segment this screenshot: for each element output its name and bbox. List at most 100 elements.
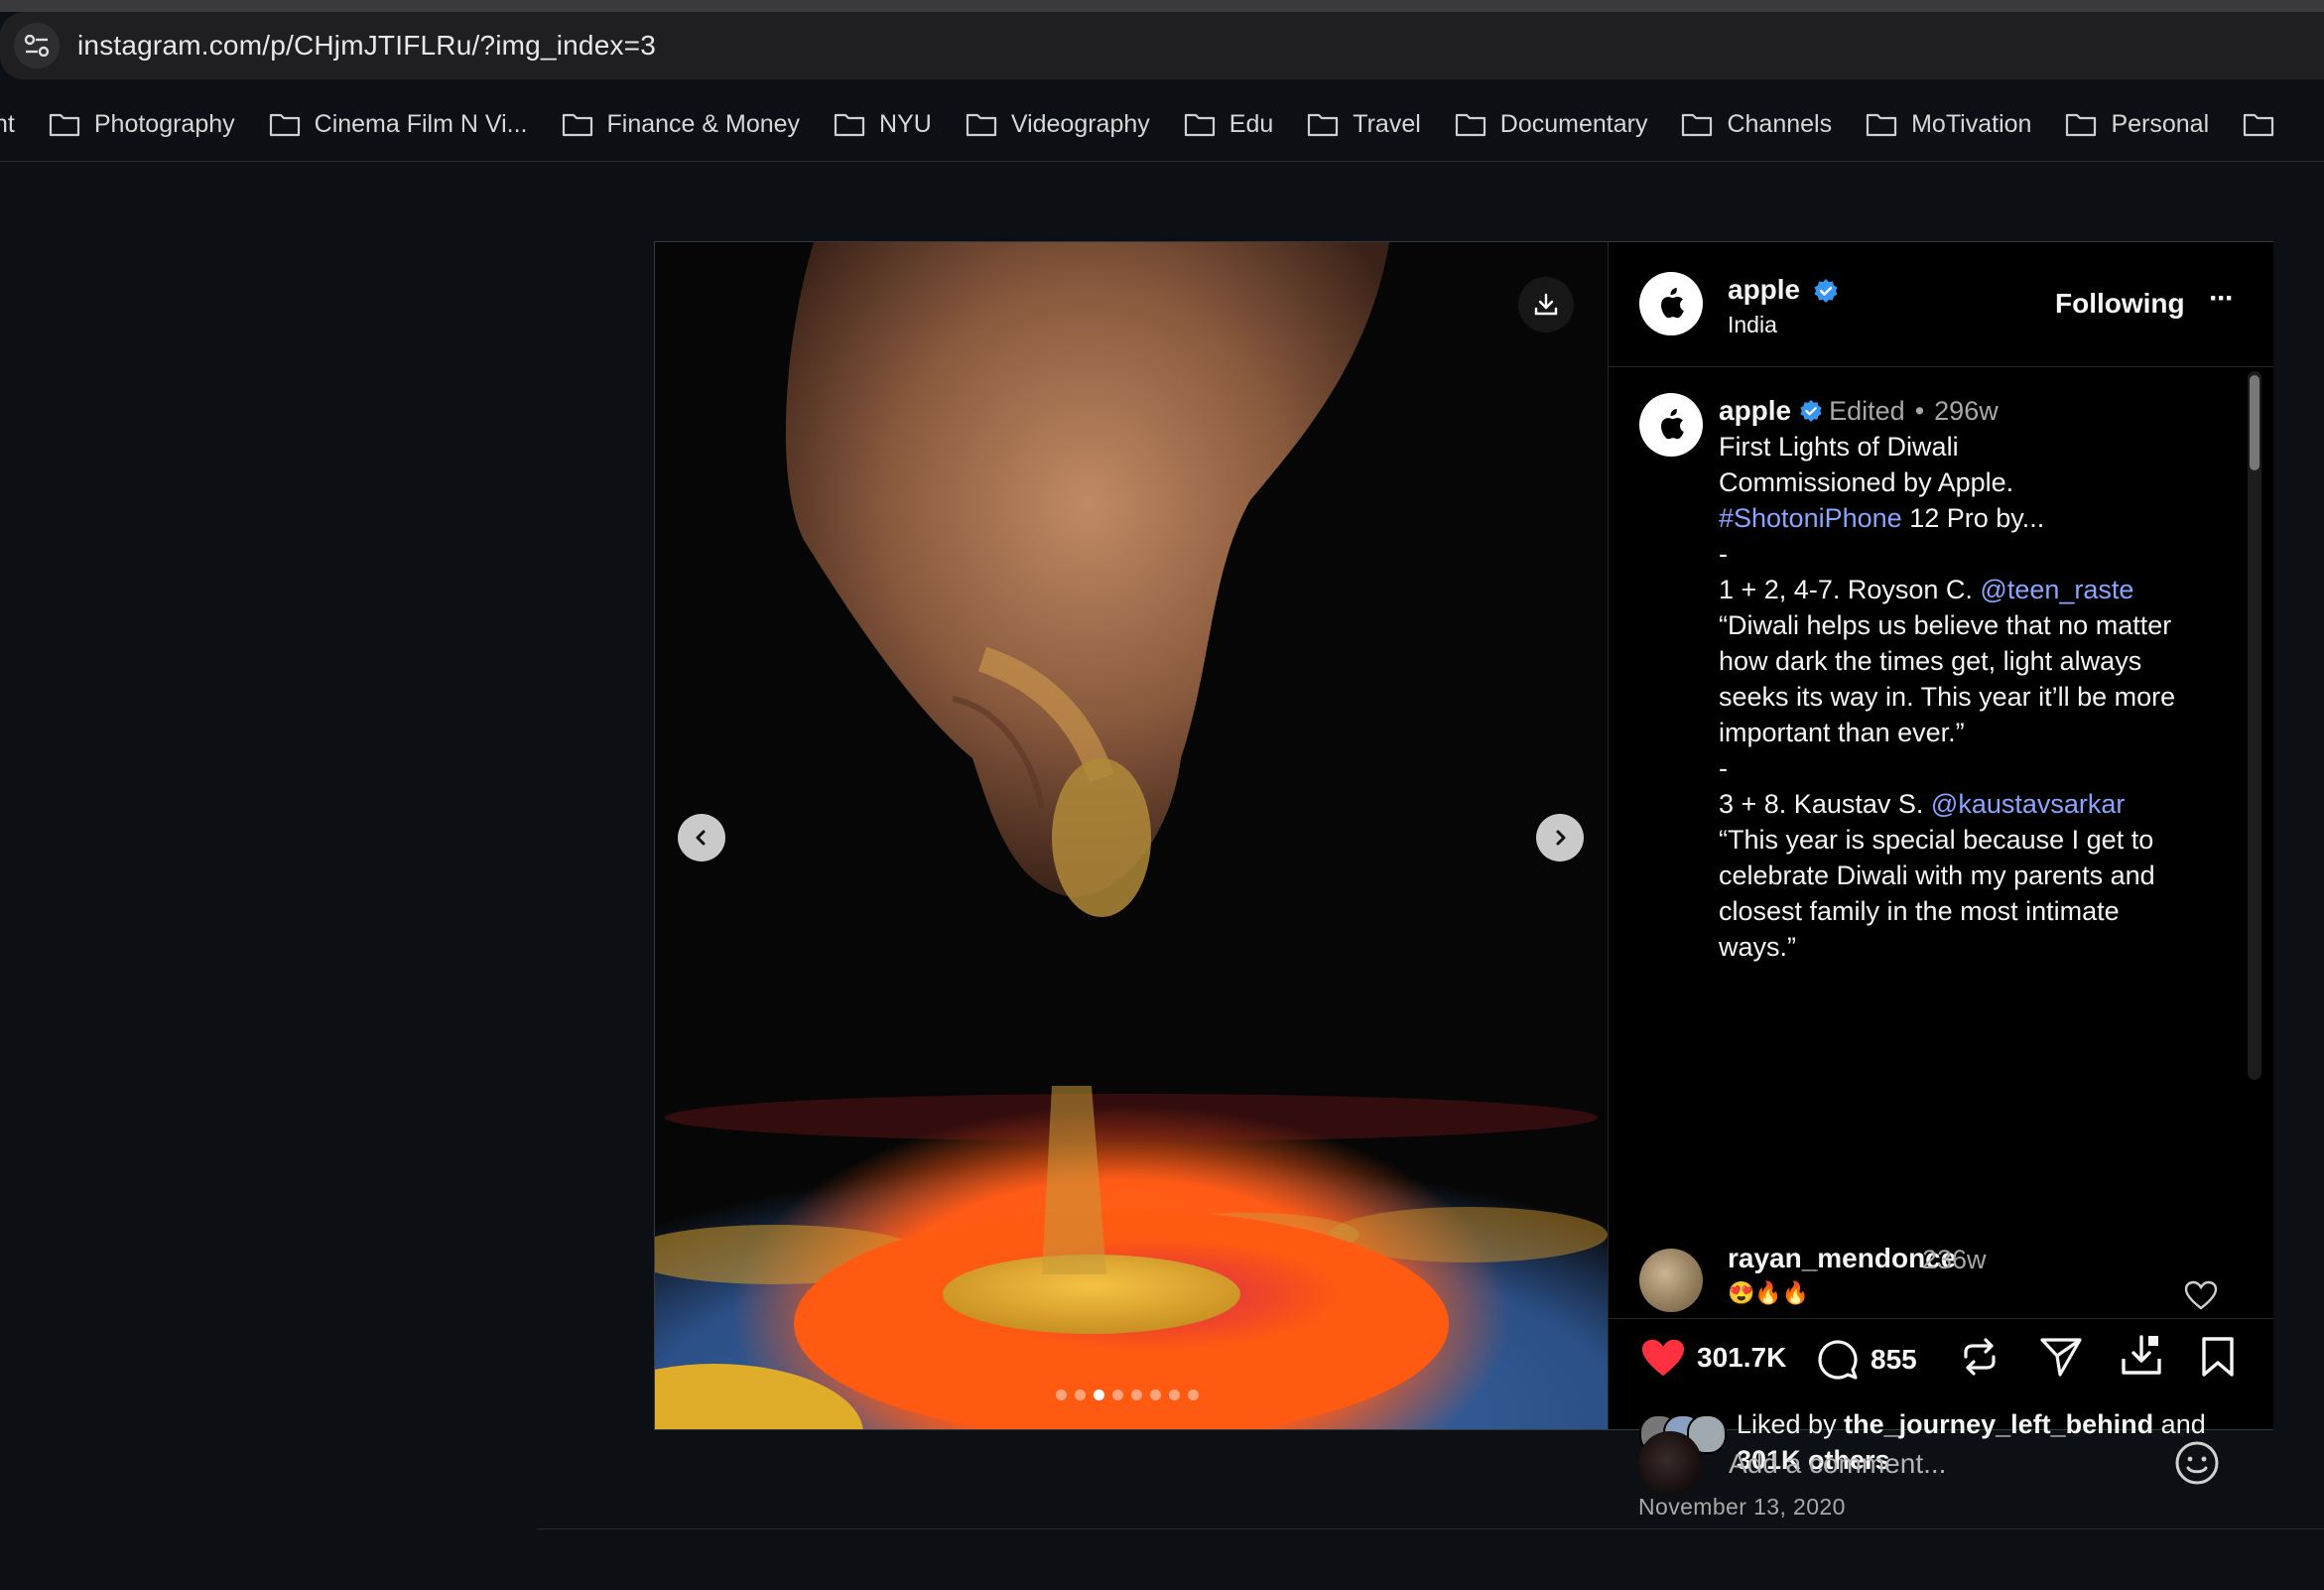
scrollbar-thumb[interactable] (2250, 375, 2259, 470)
tune-icon (24, 35, 50, 57)
caption-line: 1 + 2, 4-7. Royson C. @teen_raste (1719, 572, 2235, 607)
bookmark-label: MoTivation (1911, 109, 2032, 138)
comment-timestamp[interactable]: 236w (1922, 1245, 1987, 1275)
bookmark-folder[interactable]: Videography (966, 110, 1150, 139)
separator-dot: • (1914, 396, 1925, 426)
caption-line: closest family in the most intimate (1719, 896, 2120, 926)
folder-icon (1184, 113, 1215, 137)
mention-link[interactable]: @kaustavsarkar (1931, 789, 2125, 819)
comment-text: 😍🔥🔥 (1728, 1280, 1810, 1305)
folder-icon (2244, 113, 2274, 137)
commenter-avatar[interactable] (1639, 1249, 1703, 1312)
current-user-avatar (1638, 1431, 1702, 1495)
post-image (655, 242, 1608, 1429)
verified-badge-icon (1800, 399, 1822, 423)
post-side-panel: apple India Following ··· apple Edited •… (1608, 242, 2273, 1475)
carousel-dot (1188, 1390, 1199, 1400)
bookmark-label: nt (0, 109, 15, 138)
bookmark-label: Photography (93, 109, 235, 138)
post-modal: apple India Following ··· apple Edited •… (654, 241, 2273, 1520)
bookmark-folder[interactable]: Finance & Money (562, 109, 801, 139)
caption-text: 1 + 2, 4-7. Royson C. (1719, 575, 1973, 604)
previous-image-button[interactable] (678, 814, 725, 861)
url-text[interactable]: instagram.com/p/CHjmJTIFLRu/?img_index=3 (77, 30, 656, 62)
add-comment-bar (1608, 1328, 2272, 1495)
bookmarks-bar: nt Photography Cinema Film N Vi... Finance … (0, 95, 2324, 153)
folder-icon (1455, 113, 1485, 137)
bookmark-folder[interactable]: MoTivation (1866, 110, 2031, 139)
folder-icon (966, 113, 996, 137)
folder-icon (562, 113, 592, 137)
post-header: apple India Following ··· (1609, 242, 2273, 367)
folder-icon (1682, 113, 1713, 137)
folder-icon (269, 113, 300, 137)
caption-author-avatar[interactable] (1639, 393, 1703, 457)
caption-line: #ShotoniPhone 12 Pro by... (1719, 500, 2235, 536)
caption-line: seeks its way in. This year it’ll be mor… (1719, 682, 2176, 712)
carousel-dot (1131, 1390, 1142, 1400)
verified-badge-icon (1814, 279, 1838, 303)
caption-line: First Lights of Diwali (1719, 432, 1959, 462)
comment-input[interactable] (1727, 1435, 2167, 1493)
bookmark-label: Channels (1727, 109, 1833, 138)
caption-username[interactable]: apple (1719, 393, 1791, 429)
bookmark-folder[interactable]: Cinema Film N Vi... (269, 110, 528, 139)
comments-scrollbar[interactable] (2248, 371, 2261, 1080)
bookmark-label: NYU (879, 109, 932, 138)
caption-line: “This year is special because I get to (1719, 825, 2154, 855)
bookmark-folder[interactable]: Personal (2065, 110, 2209, 139)
caption-text: 12 Pro by... (1909, 503, 2045, 533)
chevron-right-icon (1556, 830, 1566, 846)
bookmark-folder[interactable]: Travel (1307, 110, 1421, 139)
rangoli-artwork (655, 242, 1608, 1429)
caption-timestamp[interactable]: 296w (1934, 393, 1999, 429)
bookmark-label: Cinema Film N Vi... (314, 109, 528, 138)
bookmark-folder[interactable]: NYU (834, 110, 932, 139)
bookmark-folder[interactable]: nt (0, 110, 15, 139)
download-icon (1534, 293, 1558, 316)
post-location[interactable]: India (1728, 312, 1777, 338)
site-info-button[interactable] (14, 23, 60, 68)
bookmark-label: Finance & Money (606, 109, 801, 138)
address-bar[interactable]: instagram.com/p/CHjmJTIFLRu/?img_index=3 (0, 12, 2324, 79)
emoji-picker-icon[interactable] (2173, 1439, 2221, 1487)
caption-line: ways.” (1719, 932, 1797, 962)
carousel-dot (1075, 1390, 1086, 1400)
bookmark-folder[interactable]: Documentary (1455, 109, 1648, 139)
next-image-button[interactable] (1536, 814, 1584, 861)
mention-link[interactable]: @teen_raste (1980, 575, 2133, 604)
caption-line: - (1719, 753, 1728, 783)
caption-line: Commissioned by Apple. (1719, 467, 2014, 497)
comment-like-heart-icon[interactable] (2184, 1280, 2218, 1310)
apple-logo-icon (1661, 288, 1684, 319)
apple-logo-icon (1661, 409, 1684, 440)
more-options-button[interactable]: ··· (2209, 282, 2235, 316)
post-caption: apple Edited • 296w First Lights of Diwa… (1719, 393, 2235, 965)
page-divider (0, 161, 2324, 162)
bookmark-label: Documentary (1499, 109, 1648, 138)
folder-icon (1308, 113, 1339, 137)
download-image-button[interactable] (1518, 277, 1574, 332)
page-bottom-divider (537, 1528, 2324, 1529)
chevron-left-icon (696, 830, 706, 846)
carousel-dot (1169, 1390, 1180, 1400)
bookmark-label: Travel (1353, 109, 1421, 138)
folder-icon (834, 113, 865, 137)
bookmark-folder[interactable]: Photography (49, 110, 235, 139)
bookmark-folder[interactable]: Edu (1184, 110, 1273, 139)
carousel-dot (1112, 1390, 1123, 1400)
caption-line: 3 + 8. Kaustav S. @kaustavsarkar (1719, 786, 2235, 822)
author-avatar[interactable] (1639, 272, 1703, 335)
comment-item: rayan_mendonce 236w 😍🔥🔥 (1609, 1231, 2244, 1312)
following-button[interactable]: Following (2055, 288, 2185, 320)
author-username[interactable]: apple (1728, 274, 1800, 306)
bookmark-folder[interactable]: Channels (1681, 110, 1832, 139)
hashtag-link[interactable]: #ShotoniPhone (1719, 503, 1902, 533)
comments-scroll-area[interactable]: apple Edited • 296w First Lights of Diwa… (1609, 367, 2273, 1318)
browser-top-strip (0, 0, 2324, 12)
carousel-dot (1094, 1390, 1104, 1400)
caption-line: “Diwali helps us believe that no matter (1719, 610, 2172, 640)
post-date[interactable]: November 13, 2020 (1638, 1494, 1846, 1521)
folder-icon (1867, 113, 1897, 137)
bookmark-folder-overflow[interactable] (2243, 111, 2288, 137)
